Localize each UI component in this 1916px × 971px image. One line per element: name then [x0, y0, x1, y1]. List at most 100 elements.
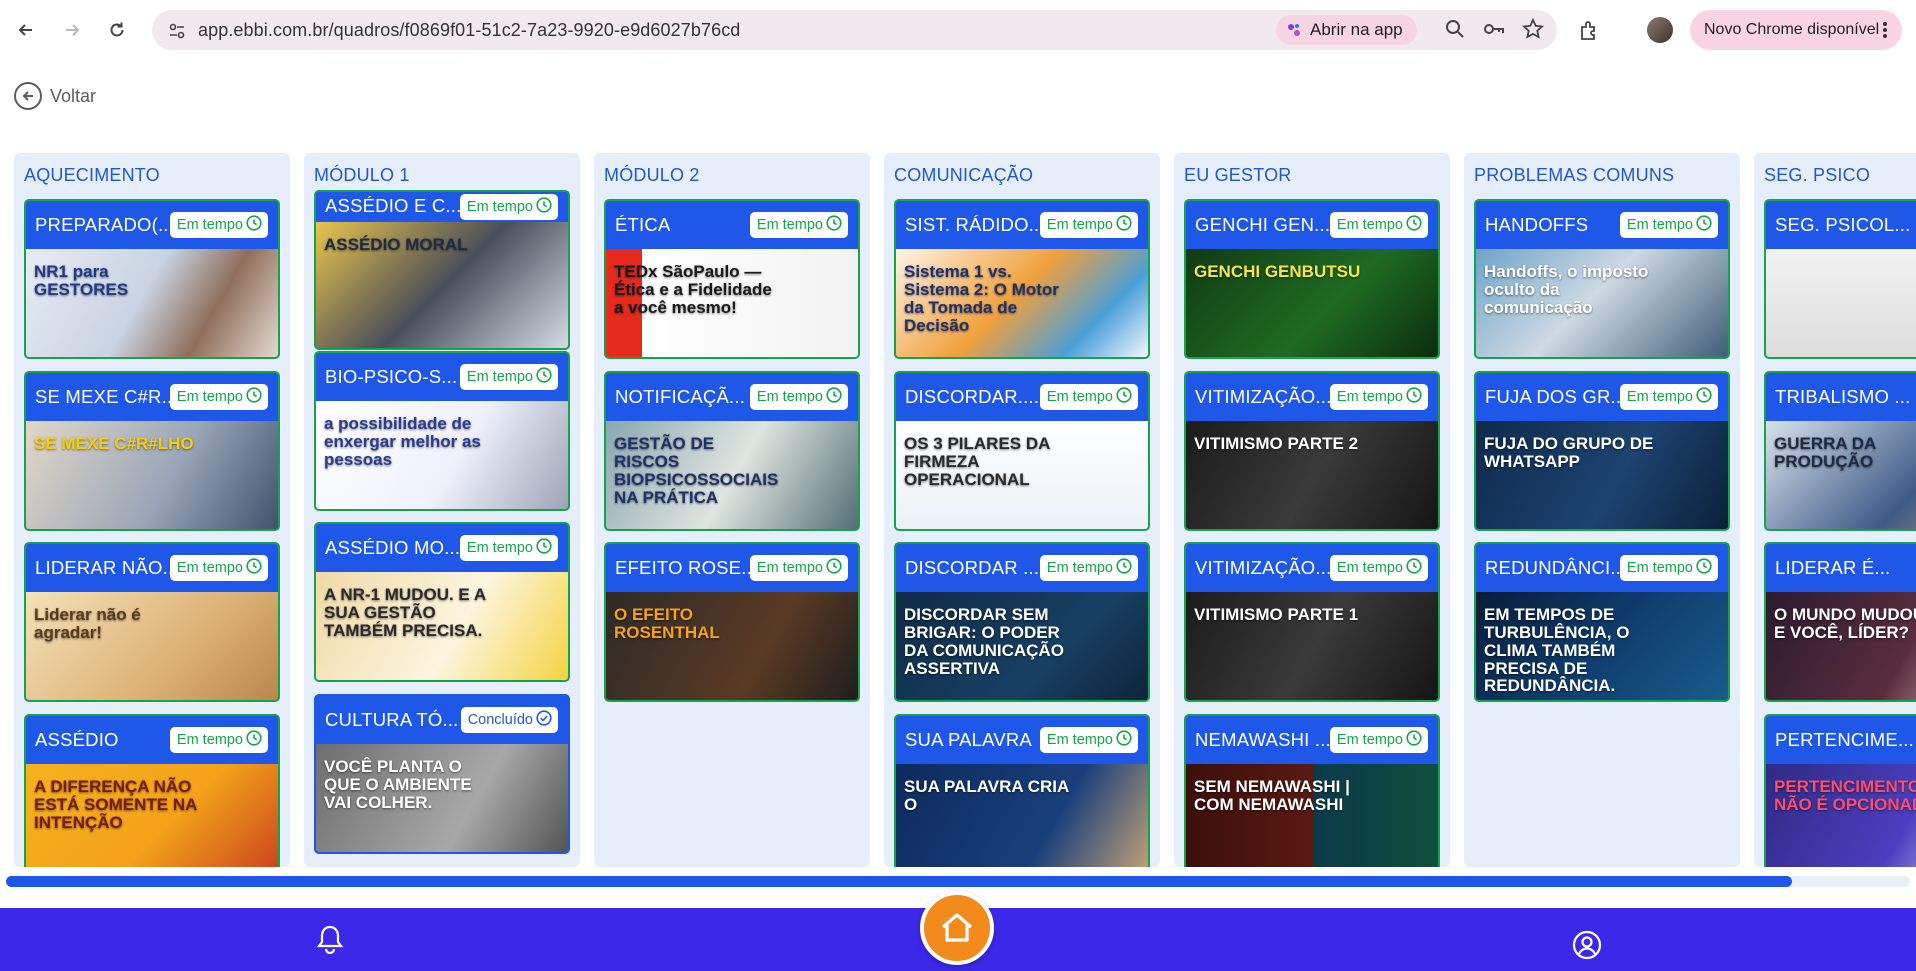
card-thumbnail[interactable]: PERTENCIMENTO NÃO É OPCIONAL	[1766, 764, 1916, 867]
open-in-app-button[interactable]: Abrir na app	[1276, 15, 1417, 45]
back-arrow-icon[interactable]	[8, 12, 44, 48]
card-header: GENCHI GEN... Em tempo	[1186, 201, 1438, 249]
card-title: ASSÉDIO MO...	[325, 537, 461, 558]
card-title: HANDOFFS	[1485, 214, 1589, 235]
card-header: EFEITO ROSE... Em tempo	[606, 544, 858, 592]
card-thumbnail[interactable]: GUERRA DA PRODUÇÃO	[1766, 421, 1916, 529]
extensions-icon[interactable]	[1578, 19, 1602, 48]
check-circle-icon	[536, 710, 552, 730]
thumbnail-caption: EM TEMPOS DE TURBULÊNCIA, O CLIMA TAMBÉM…	[1484, 605, 1630, 696]
card-header: LIDERAR É...	[1766, 544, 1916, 592]
card-thumbnail[interactable]: DISCORDAR SEM BRIGAR: O PODER DA COMUNIC…	[896, 592, 1148, 700]
content-card[interactable]: ASSÉDIO E C... Em tempo ASSÉDIO MORAL	[314, 190, 570, 350]
content-card[interactable]: SIST. RÁDIDO... Em tempo Sistema 1 vs. Sis…	[894, 199, 1150, 359]
card-title: TRIBALISMO ...	[1775, 386, 1911, 407]
status-label: Concluído	[467, 712, 533, 728]
content-card[interactable]: VITIMIZAÇÃO... Em tempo VITIMISMO PARTE 1	[1184, 542, 1440, 702]
thumbnail-caption: SE MEXE C#R#LHO	[34, 434, 194, 453]
more-vert-icon[interactable]	[1882, 21, 1888, 44]
content-card[interactable]: CULTURA TÓ... Concluído VOCÊ PLANTA O QUE …	[314, 694, 570, 854]
card-title: PERTENCIME...	[1775, 729, 1914, 750]
status-badge: Em tempo	[459, 364, 558, 390]
site-settings-icon[interactable]	[168, 22, 186, 45]
card-thumbnail[interactable]: VITIMISMO PARTE 1	[1186, 592, 1438, 700]
content-card[interactable]: NOTIFICAÇÃ... Em tempo GESTÃO DE RISCOS BI…	[604, 371, 860, 531]
column-title: COMUNICAÇÃO	[894, 165, 1034, 185]
content-card[interactable]: HANDOFFS Em tempo Handoffs, o imposto ocul…	[1474, 199, 1730, 359]
content-card[interactable]: LIDERAR É... O MUNDO MUDOU! E VOCÊ, LÍDER…	[1764, 542, 1916, 702]
back-link[interactable]: Voltar	[14, 82, 96, 110]
content-card[interactable]: ASSÉDIO MO... Em tempo A NR-1 MUDOU. E A S…	[314, 522, 570, 682]
content-card[interactable]: SEG. PSICOL...	[1764, 199, 1916, 359]
content-card[interactable]: TRIBALISMO ... GUERRA DA PRODUÇÃO	[1764, 371, 1916, 531]
card-thumbnail[interactable]: SE MEXE C#R#LHO	[26, 421, 278, 529]
content-card[interactable]: NEMAWASHI ... Em tempo SEM NEMAWASHI | COM…	[1184, 714, 1440, 867]
card-thumbnail[interactable]: FUJA DO GRUPO DE WHATSAPP	[1476, 421, 1728, 529]
card-header: HANDOFFS Em tempo	[1476, 201, 1728, 249]
bookmark-star-icon[interactable]	[1521, 17, 1545, 45]
content-card[interactable]: EFEITO ROSE... Em tempo O EFEITO ROSENTHAL	[604, 542, 860, 702]
card-thumbnail[interactable]: Sistema 1 vs. Sistema 2: O Motor da Toma…	[896, 249, 1148, 357]
card-title: ÉTICA	[615, 214, 671, 235]
user-profile-icon[interactable]	[1572, 930, 1602, 965]
card-thumbnail[interactable]: ASSÉDIO MORAL	[316, 222, 568, 348]
content-card[interactable]: LIDERAR NÃO... Em tempo Liderar não é agra…	[24, 542, 280, 702]
card-thumbnail[interactable]: O EFEITO ROSENTHAL	[606, 592, 858, 700]
card-thumbnail[interactable]: EM TEMPOS DE TURBULÊNCIA, O CLIMA TAMBÉM…	[1476, 592, 1728, 700]
back-label: Voltar	[50, 85, 97, 106]
horizontal-scrollbar[interactable]	[6, 876, 1910, 887]
card-thumbnail[interactable]: O MUNDO MUDOU! E VOCÊ, LÍDER?	[1766, 592, 1916, 700]
card-thumbnail[interactable]: OS 3 PILARES DA FIRMEZA OPERACIONAL	[896, 421, 1148, 529]
status-label: Em tempo	[176, 389, 243, 405]
chrome-update-button[interactable]: Novo Chrome disponível	[1690, 10, 1902, 50]
content-card[interactable]: SE MEXE C#R... Em tempo SE MEXE C#R#LHO	[24, 371, 280, 531]
card-thumbnail[interactable]: SEM NEMAWASHI | COM NEMAWASHI	[1186, 764, 1438, 867]
card-thumbnail[interactable]: VITIMISMO PARTE 2	[1186, 421, 1438, 529]
address-bar[interactable]: app.ebbi.com.br/quadros/f0869f01-51c2-7a…	[152, 10, 1557, 50]
content-card[interactable]: REDUNDÂNCI... Em tempo EM TEMPOS DE TURBUL…	[1474, 542, 1730, 702]
clock-icon	[536, 367, 552, 387]
status-badge: Em tempo	[1039, 384, 1138, 410]
content-card[interactable]: ÉTICA Em tempo TEDx SãoPaulo — Ética e a F…	[604, 199, 860, 359]
card-thumbnail[interactable]: NR1 para GESTORES	[26, 249, 278, 357]
card-thumbnail[interactable]: Liderar não é agradar!	[26, 592, 278, 700]
content-card[interactable]: FUJA DOS GR... Em tempo FUJA DO GRUPO DE W…	[1474, 371, 1730, 531]
card-header: LIDERAR NÃO... Em tempo	[26, 544, 278, 592]
card-thumbnail[interactable]: A DIFERENÇA NÃO ESTÁ SOMENTE NA INTENÇÃO	[26, 764, 278, 867]
clock-icon	[246, 558, 262, 578]
card-thumbnail[interactable]: Handoffs, o imposto oculto da comunicaçã…	[1476, 249, 1728, 357]
content-card[interactable]: PREPARADO(... Em tempo NR1 para GESTORES	[24, 199, 280, 359]
card-thumbnail[interactable]: VOCÊ PLANTA O QUE O AMBIENTE VAI COLHER.	[316, 744, 568, 852]
forward-arrow-icon[interactable]	[54, 12, 90, 48]
card-header: SE MEXE C#R... Em tempo	[26, 373, 278, 421]
content-card[interactable]: DISCORDAR ..... Em tempo DISCORDAR SEM BRI…	[894, 542, 1150, 702]
card-title: LIDERAR É...	[1775, 557, 1891, 578]
board-column: EU GESTOR GENCHI GEN... Em tempo GENCHI GEN…	[1174, 153, 1450, 867]
card-thumbnail[interactable]: a possibilidade de enxergar melhor as pe…	[316, 401, 568, 509]
card-thumbnail[interactable]	[1766, 249, 1916, 357]
card-thumbnail[interactable]: TEDx SãoPaulo — Ética e a Fidelidade a v…	[606, 249, 858, 357]
content-card[interactable]: ASSÉDIO Em tempo A DIFERENÇA NÃO ESTÁ SOME…	[24, 714, 280, 867]
content-card[interactable]: GENCHI GEN... Em tempo GENCHI GENBUTSU	[1184, 199, 1440, 359]
home-button[interactable]	[920, 891, 994, 965]
content-card[interactable]: BIO-PSICO-S... Em tempo a possibilidade de…	[314, 351, 570, 511]
content-card[interactable]: SUA PALAVRA Em tempo SUA PALAVRA CRIA O	[894, 714, 1150, 867]
scrollbar-thumb[interactable]	[6, 876, 1792, 887]
card-thumbnail[interactable]: A NR-1 MUDOU. E A SUA GESTÃO TAMBÉM PREC…	[316, 572, 568, 680]
url-text[interactable]: app.ebbi.com.br/quadros/f0869f01-51c2-7a…	[198, 20, 740, 41]
card-thumbnail[interactable]: SUA PALAVRA CRIA O	[896, 764, 1148, 867]
content-card[interactable]: DISCORDAR...... Em tempo OS 3 PILARES DA F…	[894, 371, 1150, 531]
content-card[interactable]: PERTENCIME... PERTENCIMENTO NÃO É OPCIONA…	[1764, 714, 1916, 867]
notifications-bell-icon[interactable]	[316, 924, 344, 959]
card-thumbnail[interactable]: GESTÃO DE RISCOS BIOPSICOSSOCIAIS NA PRÁ…	[606, 421, 858, 529]
thumbnail-caption: SEM NEMAWASHI | COM NEMAWASHI	[1194, 777, 1350, 814]
thumbnail-caption: VOCÊ PLANTA O QUE O AMBIENTE VAI COLHER.	[324, 757, 472, 812]
status-label: Em tempo	[176, 732, 243, 748]
status-badge: Em tempo	[1329, 212, 1428, 238]
zoom-icon[interactable]	[1444, 18, 1466, 45]
card-thumbnail[interactable]: GENCHI GENBUTSU	[1186, 249, 1438, 357]
profile-avatar[interactable]	[1647, 17, 1673, 43]
content-card[interactable]: VITIMIZAÇÃO... Em tempo VITIMISMO PARTE 2	[1184, 371, 1440, 531]
reload-icon[interactable]	[99, 12, 135, 48]
password-key-icon[interactable]	[1482, 18, 1506, 45]
